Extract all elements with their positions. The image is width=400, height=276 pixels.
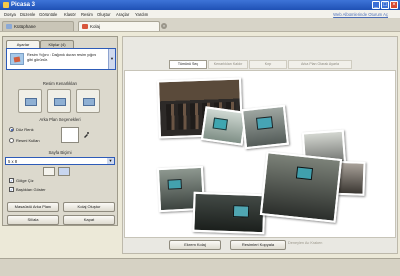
close-tab-icon[interactable]: × bbox=[161, 23, 167, 29]
chevron-down-icon[interactable]: ▼ bbox=[107, 158, 114, 164]
collage-photo-computers-1[interactable] bbox=[200, 106, 248, 146]
desktop-background-button[interactable]: Masaüstü Arka Planı bbox=[7, 202, 59, 212]
clear-button[interactable]: Sil/ala bbox=[7, 215, 59, 225]
use-image-label: Resmi Kullan bbox=[16, 138, 40, 143]
solid-color-radio[interactable] bbox=[9, 127, 14, 132]
picture-borders-label: Resim Kenarlıkları bbox=[42, 81, 78, 86]
collage-canvas[interactable] bbox=[124, 70, 396, 238]
menu-file[interactable]: Dosya bbox=[4, 12, 16, 17]
landscape-orientation-button[interactable] bbox=[43, 167, 55, 176]
menu-help[interactable]: Yardım bbox=[135, 12, 148, 17]
background-options-label: Arka Plan Seçenekleri bbox=[39, 117, 81, 122]
collage-photo-lab-2[interactable] bbox=[192, 191, 266, 235]
collage-icon bbox=[82, 24, 88, 29]
crop-tab[interactable]: Kırp bbox=[249, 60, 287, 69]
collage-photo-lab-3[interactable] bbox=[259, 151, 343, 223]
show-captions-label: Başlıkları Göster bbox=[16, 187, 46, 192]
close-button[interactable]: × bbox=[390, 1, 398, 9]
page-format-value: 5 x 8 bbox=[8, 159, 18, 164]
copy-images-button[interactable]: Resimleri Kopyala bbox=[230, 240, 286, 250]
background-color-swatch[interactable] bbox=[61, 127, 79, 143]
menu-picture[interactable]: Resim bbox=[81, 12, 93, 17]
menu-edit[interactable]: Düzenle bbox=[20, 12, 35, 17]
library-icon bbox=[6, 24, 12, 29]
select-all-tab[interactable]: Tümünü Seç bbox=[169, 60, 207, 69]
tab-strip: Kütüphane Kolaj × bbox=[0, 19, 400, 32]
create-collage-button[interactable]: Kolaj Oluştur bbox=[63, 202, 115, 212]
picasa-app-icon bbox=[3, 2, 9, 8]
collage-photo-computers-2[interactable] bbox=[241, 104, 289, 150]
subtab-settings[interactable]: Ayarlar bbox=[6, 40, 40, 48]
menu-bar: Dosya Düzenle Görüntüle Klasör Resim Olu… bbox=[0, 10, 400, 19]
collage-type-description: Resim Yığını : Dağınık duran resim yığın… bbox=[27, 53, 97, 62]
menu-create[interactable]: Oluştur bbox=[97, 12, 111, 17]
chevron-down-icon[interactable]: ▼ bbox=[108, 49, 115, 69]
maximize-button[interactable]: □ bbox=[381, 1, 389, 9]
tab-library[interactable]: Kütüphane bbox=[2, 21, 74, 31]
edit-collage-button[interactable]: Ekrem Kolaj bbox=[169, 240, 221, 250]
border-white-button[interactable] bbox=[47, 89, 71, 113]
border-none-button[interactable] bbox=[18, 89, 42, 113]
remove-borders-tab[interactable]: Kenarlıkları Kaldır bbox=[208, 60, 248, 69]
solid-color-label: Düz Renk bbox=[16, 127, 34, 132]
page-format-select[interactable]: 5 x 8 ▼ bbox=[5, 157, 115, 165]
close-collage-button[interactable]: Kapat bbox=[63, 215, 115, 225]
tab-library-label: Kütüphane bbox=[14, 24, 36, 29]
draw-shadows-checkbox[interactable]: ✓ bbox=[9, 178, 14, 183]
set-as-background-tab[interactable]: Arka Plan Olarak Ayarla bbox=[288, 60, 352, 69]
portrait-orientation-button[interactable] bbox=[58, 167, 70, 176]
page-format-label: Sayfa Biçimi bbox=[48, 150, 72, 155]
window-title: Picasa 3 bbox=[11, 1, 36, 8]
menu-view[interactable]: Görüntüle bbox=[39, 12, 57, 17]
collage-settings-panel: Ayarlar Kliplər (4) Resim Yığını : Dağın… bbox=[2, 36, 118, 226]
picture-pile-thumbnail bbox=[10, 53, 24, 65]
title-bar: Picasa 3 _ □ × bbox=[0, 0, 400, 10]
tab-collage-label: Kolaj bbox=[90, 24, 101, 29]
eyedropper-icon[interactable] bbox=[83, 132, 89, 138]
subtab-clips[interactable]: Kliplər (4) bbox=[40, 40, 74, 48]
menu-tools[interactable]: Araçlar bbox=[116, 12, 129, 17]
disabled-action-label: Deneylen Ac Kraken bbox=[288, 241, 323, 245]
border-polaroid-button[interactable] bbox=[76, 89, 100, 113]
minimize-button[interactable]: _ bbox=[372, 1, 380, 9]
show-captions-checkbox[interactable]: ✓ bbox=[9, 187, 14, 192]
draw-shadows-label: Gölge Çiz bbox=[16, 178, 34, 183]
collage-type-dropdown[interactable]: Resim Yığını : Dağınık duran resim yığın… bbox=[6, 48, 116, 70]
use-image-radio[interactable] bbox=[9, 138, 14, 143]
bottom-bar bbox=[0, 258, 400, 276]
tab-collage[interactable]: Kolaj × bbox=[78, 21, 167, 31]
menu-folder[interactable]: Klasör bbox=[64, 12, 76, 17]
web-albums-signin-link[interactable]: Web Albümlerinde Oturum Aç bbox=[333, 12, 388, 17]
